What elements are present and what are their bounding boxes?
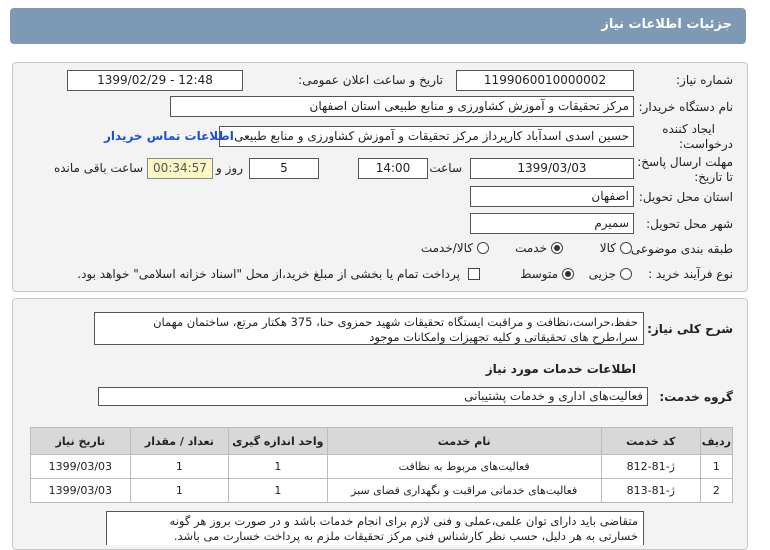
summary-line-1: حفظ،حراست،نظافت و مراقبت ایستگاه تحقیقات… — [153, 315, 638, 329]
cell-unit: 1 — [228, 454, 328, 479]
table-header-row: ردیف کد خدمت نام خدمت واحد اندازه گیری ت… — [30, 427, 734, 455]
deadline-label-1: مهلت ارسال پاسخ: — [637, 155, 733, 169]
category-option-goods: کالا — [599, 241, 616, 255]
cell-unit: 1 — [228, 478, 328, 503]
cell-date: 1399/03/03 — [30, 454, 131, 479]
process-label: نوع فرآیند خرید : — [648, 267, 733, 281]
city-label: شهر محل تحویل: — [646, 217, 733, 231]
col-header-qty: تعداد / مقدار — [129, 427, 230, 455]
services-heading: اطلاعات خدمات مورد نیاز — [485, 362, 636, 376]
announce-label: تاریخ و ساعت اعلان عمومی: — [298, 73, 443, 87]
category-radio-service[interactable] — [551, 242, 563, 254]
creator-field: حسین اسدی اسدآباد کارپرداز مرکز تحقیقات … — [219, 126, 634, 147]
deadline-time-label: ساعت — [429, 161, 462, 175]
treasury-payment-checkbox[interactable] — [468, 268, 480, 280]
category-option-service: خدمت — [515, 241, 547, 255]
page-title: جزئیات اطلاعات نیاز — [601, 17, 732, 32]
deadline-time-field: 14:00 — [358, 158, 428, 179]
deadline-date-field: 1399/03/03 — [470, 158, 634, 179]
cell-row-number: 2 — [699, 478, 734, 503]
cell-row-number: 1 — [699, 454, 734, 479]
category-option-both: کالا/خدمت — [420, 241, 473, 255]
deadline-label-2: تا تاریخ: — [694, 170, 733, 184]
service-group-label: گروه خدمت: — [659, 390, 733, 404]
notes-line-2: خسارتی به هر دلیل، حسب نظر کارشناس فنی م… — [173, 529, 638, 543]
province-label: استان محل تحویل: — [638, 190, 733, 204]
services-table: ردیف کد خدمت نام خدمت واحد اندازه گیری ت… — [30, 427, 734, 503]
category-radio-goods[interactable] — [620, 242, 632, 254]
need-number-label: شماره نیاز: — [676, 73, 733, 87]
summary-label: شرح کلی نیاز: — [647, 322, 733, 336]
remaining-label: ساعت باقی مانده — [53, 161, 143, 175]
cell-date: 1399/03/03 — [30, 478, 131, 503]
cell-qty: 1 — [129, 454, 230, 479]
notes-line-1: متقاضی باید دارای توان علمی،عملی و فنی ل… — [169, 514, 638, 528]
col-header-date: تاریخ نیاز — [30, 427, 131, 455]
buyer-notes-box: متقاضی باید دارای توان علمی،عملی و فنی ل… — [106, 511, 644, 545]
buyer-label: نام دستگاه خریدار: — [638, 100, 734, 114]
table-row: 1 ژ-81-812 فعالیت‌های مربوط به نظافت 1 1… — [30, 454, 734, 479]
col-header-code: کد خدمت — [600, 427, 701, 455]
treasury-payment-text: پرداخت تمام یا بخشی از مبلغ خرید،از محل … — [77, 267, 460, 281]
province-field: اصفهان — [470, 186, 634, 207]
process-option-medium: متوسط — [520, 267, 558, 281]
col-header-name: نام خدمت — [326, 427, 602, 455]
need-number-field: 1199060010000002 — [456, 70, 634, 91]
remaining-time-field: 00:34:57 — [147, 158, 213, 179]
process-radio-medium[interactable] — [562, 268, 574, 280]
process-option-minor: جزیی — [588, 267, 616, 281]
cell-code: ژ-81-813 — [600, 478, 701, 503]
summary-line-2: سرا،طرح های تحقیقاتی و کلیه تجهیزات وامک… — [369, 330, 638, 344]
city-field: سمیرم — [470, 213, 634, 234]
col-header-row: ردیف — [699, 427, 734, 455]
buyer-contact-link[interactable]: اطلاعات تماس خریدار — [104, 129, 234, 143]
days-field: 5 — [249, 158, 319, 179]
summary-box: حفظ،حراست،نظافت و مراقبت ایستگاه تحقیقات… — [94, 312, 644, 345]
cell-qty: 1 — [129, 478, 230, 503]
col-header-unit: واحد اندازه گیری — [228, 427, 328, 455]
page-header: جزئیات اطلاعات نیاز — [10, 8, 746, 44]
buyer-field: مرکز تحقیقات و آموزش کشاورزی و منابع طبی… — [170, 96, 634, 117]
days-label: روز و — [216, 161, 243, 175]
category-label: طبقه بندی موضوعی: — [626, 242, 733, 256]
category-radio-both[interactable] — [477, 242, 489, 254]
creator-label-2: درخواست: — [679, 137, 733, 151]
service-group-field: فعالیت‌های اداری و خدمات پشتیبانی — [98, 387, 648, 406]
table-row: 2 ژ-81-813 فعالیت‌های خدماتی مراقبت و نگ… — [30, 478, 734, 503]
creator-label-1: ایجاد کننده — [662, 122, 715, 136]
cell-name: فعالیت‌های خدماتی مراقبت و نگهداری فضای … — [326, 478, 602, 503]
cell-code: ژ-81-812 — [600, 454, 701, 479]
cell-name: فعالیت‌های مربوط به نظافت — [326, 454, 602, 479]
process-radio-minor[interactable] — [620, 268, 632, 280]
announce-field: 1399/02/29 - 12:48 — [67, 70, 243, 91]
